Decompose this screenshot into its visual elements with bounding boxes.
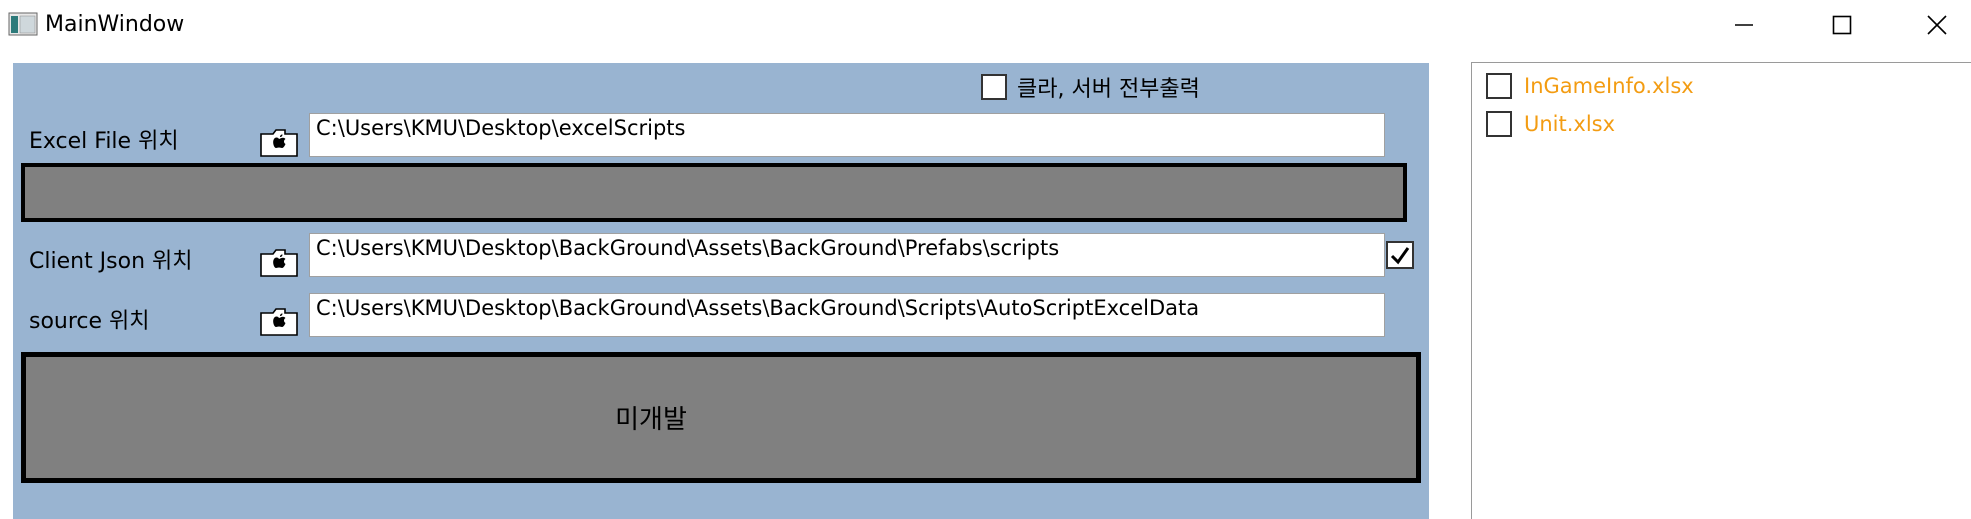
app-icon xyxy=(8,12,38,36)
minimize-button[interactable] xyxy=(1715,0,1773,50)
close-icon xyxy=(1927,15,1947,35)
all-output-label: 클라, 서버 전부출력 xyxy=(1017,77,1200,102)
excel-path-label: Excel File 위치 xyxy=(29,129,179,154)
client-json-path-input[interactable]: C:\Users\KMU\Desktop\BackGround\Assets\B… xyxy=(309,233,1385,277)
file-list-item[interactable]: Unit.xlsx xyxy=(1486,111,1615,137)
main-window: MainWindow 클라, 서버 전부출력 Excel File 위치 C:\… xyxy=(0,0,1971,519)
all-output-checkbox[interactable] xyxy=(981,74,1007,100)
undeveloped-button[interactable]: 미개발 xyxy=(21,352,1421,483)
window-title: MainWindow xyxy=(45,12,185,37)
main-panel: 클라, 서버 전부출력 Excel File 위치 C:\Users\KMU\D… xyxy=(13,63,1429,519)
source-path-label: source 위치 xyxy=(29,309,150,334)
source-folder-icon[interactable] xyxy=(259,303,299,337)
client-json-folder-icon[interactable] xyxy=(259,244,299,278)
file-list-item[interactable]: InGameInfo.xlsx xyxy=(1486,73,1694,99)
client-json-path-label: Client Json 위치 xyxy=(29,249,193,274)
maximize-button[interactable] xyxy=(1813,0,1871,50)
file-checkbox[interactable] xyxy=(1486,111,1512,137)
minimize-icon xyxy=(1735,24,1753,26)
close-button[interactable] xyxy=(1908,0,1966,50)
excel-path-input[interactable]: C:\Users\KMU\Desktop\excelScripts xyxy=(309,113,1385,157)
all-output-option[interactable]: 클라, 서버 전부출력 xyxy=(981,71,1200,103)
file-name: Unit.xlsx xyxy=(1524,112,1616,136)
maximize-icon xyxy=(1832,15,1852,35)
title-bar[interactable]: MainWindow xyxy=(0,0,1971,50)
file-checkbox[interactable] xyxy=(1486,73,1512,99)
file-list-panel: InGameInfo.xlsx Unit.xlsx xyxy=(1471,62,1971,519)
excel-status-bar[interactable] xyxy=(21,163,1407,222)
undeveloped-button-label: 미개발 xyxy=(615,405,687,435)
file-name: InGameInfo.xlsx xyxy=(1524,74,1694,98)
source-path-input[interactable]: C:\Users\KMU\Desktop\BackGround\Assets\B… xyxy=(309,293,1385,337)
excel-folder-icon[interactable] xyxy=(259,124,299,158)
checkmark-icon xyxy=(1390,247,1410,265)
client-json-checkbox[interactable] xyxy=(1386,241,1414,269)
